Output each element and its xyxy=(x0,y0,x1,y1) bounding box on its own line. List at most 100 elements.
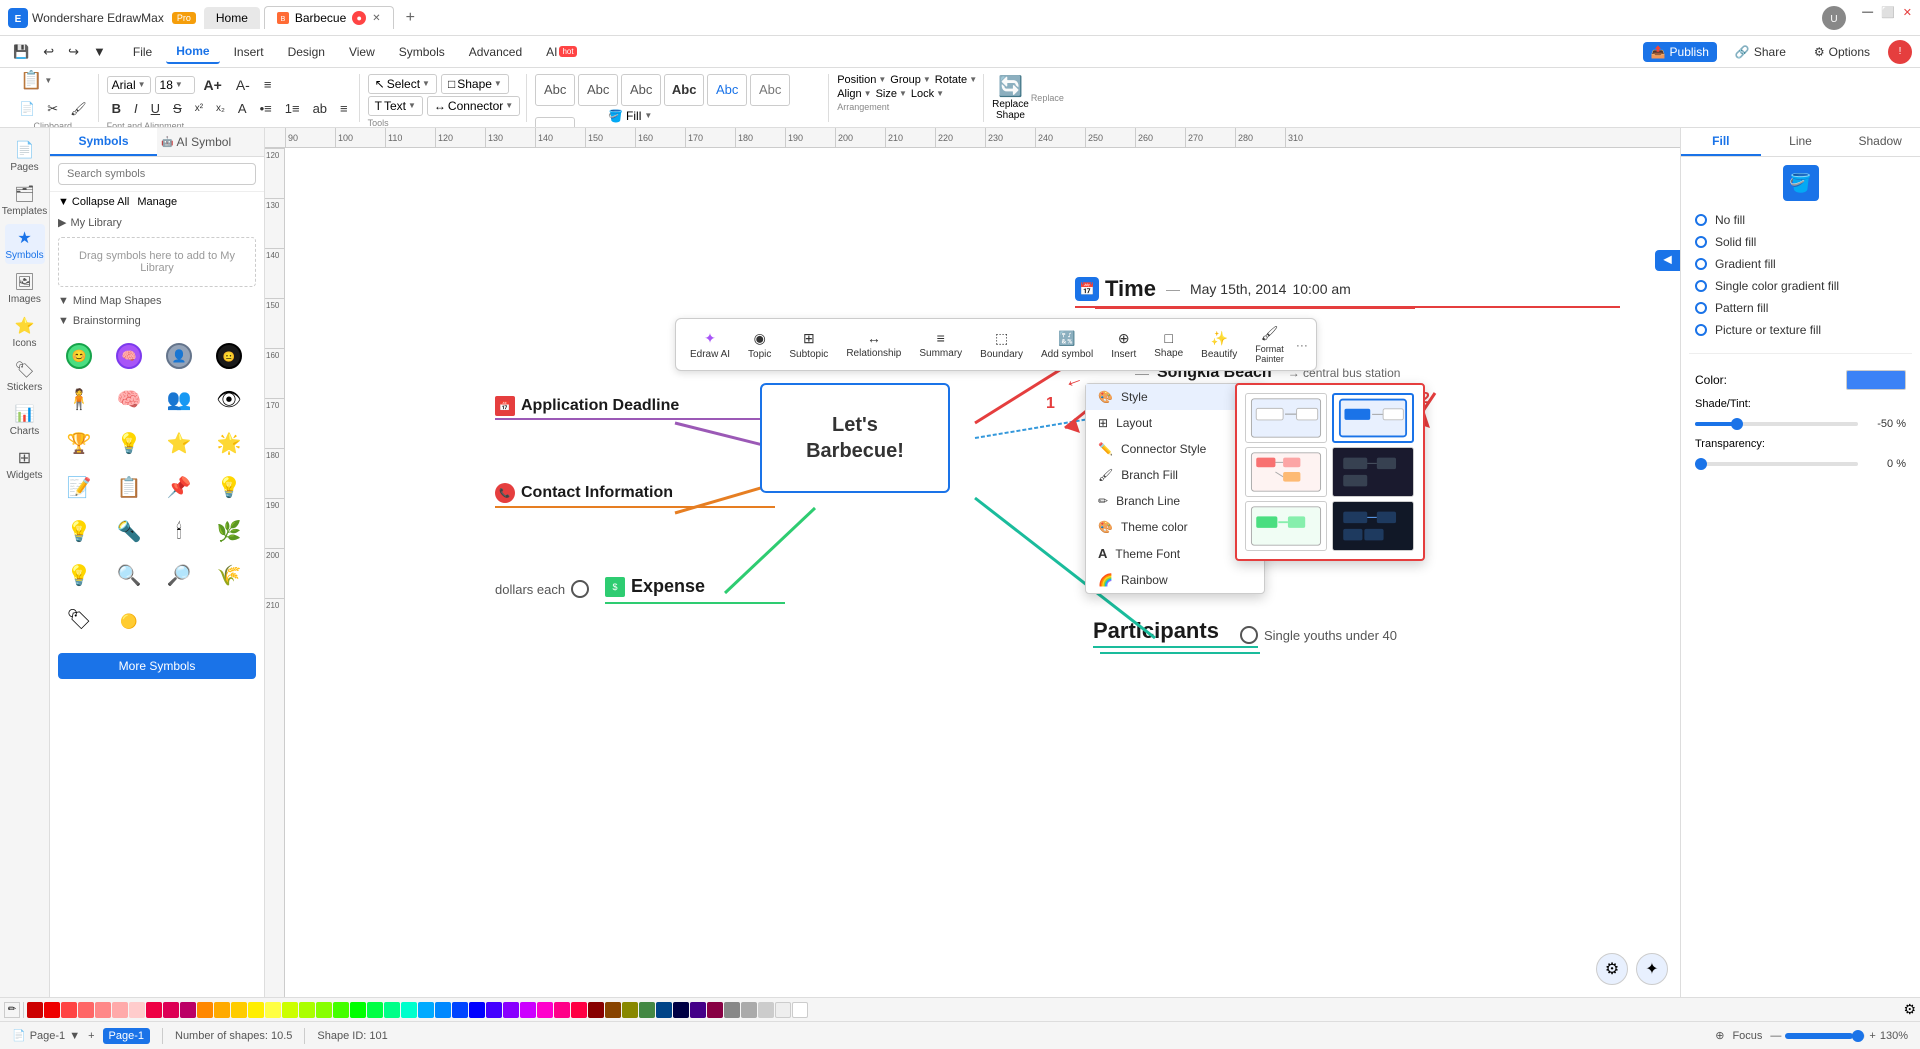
symbol-6[interactable]: 🧠 xyxy=(108,379,150,421)
participants-node[interactable]: Participants xyxy=(1093,618,1219,644)
nav-templates[interactable]: 🗂 Templates xyxy=(5,180,45,220)
symbol-19[interactable]: 🕯 xyxy=(158,511,200,553)
color-41[interactable] xyxy=(707,1002,723,1018)
color-swatch[interactable] xyxy=(1846,370,1906,390)
symbol-26[interactable]: 🟡 xyxy=(108,599,150,641)
paste-btn[interactable]: 📋 ▼ xyxy=(14,68,58,97)
position-btn[interactable]: Position ▼ xyxy=(837,74,886,86)
symbol-25[interactable]: 🏷 xyxy=(58,599,100,641)
deadline-node[interactable]: 📅 Application Deadline xyxy=(495,396,679,416)
style-thumb-6[interactable] xyxy=(1332,501,1414,551)
color-15[interactable] xyxy=(265,1002,281,1018)
ft-more-btn[interactable]: ··· xyxy=(1296,338,1308,352)
fill-single-gradient[interactable]: Single color gradient fill xyxy=(1689,275,1912,297)
ft-add-symbol[interactable]: 🔣 Add symbol xyxy=(1035,328,1099,362)
strikethrough-btn[interactable]: S xyxy=(168,98,187,119)
manage-btn[interactable]: Manage xyxy=(137,196,177,208)
ft-boundary[interactable]: ⬚ Boundary xyxy=(974,328,1029,362)
symbol-17[interactable]: 💡 xyxy=(58,511,100,553)
color-46[interactable] xyxy=(792,1002,808,1018)
increase-font-btn[interactable]: A+ xyxy=(199,74,227,96)
style-thumb-5[interactable] xyxy=(1245,501,1327,551)
color-4[interactable] xyxy=(78,1002,94,1018)
rotate-btn[interactable]: Rotate ▼ xyxy=(935,74,977,86)
collapse-right-btn[interactable]: ▶ xyxy=(1655,250,1680,271)
focus-btn[interactable]: Focus xyxy=(1732,1030,1762,1042)
color-43[interactable] xyxy=(741,1002,757,1018)
symbol-11[interactable]: ⭐ xyxy=(158,423,200,465)
ft-beautify[interactable]: ✨ Beautify xyxy=(1195,328,1243,362)
lock-btn[interactable]: Lock ▼ xyxy=(911,88,944,100)
style-thumb-2[interactable] xyxy=(1332,393,1414,443)
more-quick-btn[interactable]: ▼ xyxy=(88,41,111,62)
symbol-18[interactable]: 🔦 xyxy=(108,511,150,553)
superscript-btn[interactable]: x² xyxy=(190,100,208,117)
edit-colors-btn[interactable]: ✏ xyxy=(4,1002,20,1018)
symbol-10[interactable]: 💡 xyxy=(108,423,150,465)
zoom-slider[interactable] xyxy=(1785,1033,1865,1039)
color-32[interactable] xyxy=(554,1002,570,1018)
symbol-7[interactable]: 👥 xyxy=(158,379,200,421)
style-swatch-2[interactable]: Abc xyxy=(578,74,618,106)
color-34[interactable] xyxy=(588,1002,604,1018)
save-quick-btn[interactable]: 💾 xyxy=(8,41,34,63)
numbered-list-btn[interactable]: 1≡ xyxy=(280,98,305,119)
sidebar-tab-ai[interactable]: 🤖 AI Symbol xyxy=(157,128,264,156)
symbol-20[interactable]: 🌿 xyxy=(208,511,250,553)
color-16[interactable] xyxy=(282,1002,298,1018)
subscript-btn[interactable]: x₂ xyxy=(211,100,230,117)
cut-btn[interactable]: ✂ xyxy=(42,98,63,120)
color-23[interactable] xyxy=(401,1002,417,1018)
bold-btn[interactable]: B xyxy=(107,98,126,119)
share-btn[interactable]: 🔗 Share xyxy=(1725,41,1796,63)
color-5[interactable] xyxy=(95,1002,111,1018)
copy-btn[interactable]: 📄 xyxy=(14,98,40,120)
color-21[interactable] xyxy=(367,1002,383,1018)
paragraph-btn[interactable]: ≡ xyxy=(259,74,277,95)
color-36[interactable] xyxy=(622,1002,638,1018)
color-38[interactable] xyxy=(656,1002,672,1018)
nav-charts[interactable]: 📊 Charts xyxy=(5,400,45,440)
expand-canvas-btn[interactable]: ✦ xyxy=(1636,953,1668,985)
collapse-all-btn[interactable]: ▼ Collapse All xyxy=(58,196,129,208)
menu-advanced[interactable]: Advanced xyxy=(459,41,532,63)
color-14[interactable] xyxy=(248,1002,264,1018)
style-swatch-5[interactable]: Abc xyxy=(707,74,747,106)
zoom-in-btn[interactable]: + xyxy=(1869,1030,1875,1042)
text-btn[interactable]: T Text ▼ xyxy=(368,96,423,116)
color-19[interactable] xyxy=(333,1002,349,1018)
color-1[interactable] xyxy=(27,1002,43,1018)
close-btn[interactable]: ✕ xyxy=(1903,6,1912,30)
symbol-14[interactable]: 📋 xyxy=(108,467,150,509)
color-20[interactable] xyxy=(350,1002,366,1018)
color-25[interactable] xyxy=(435,1002,451,1018)
user-avatar[interactable]: U xyxy=(1822,6,1846,30)
color-39[interactable] xyxy=(673,1002,689,1018)
my-library-section[interactable]: ▶ My Library xyxy=(50,212,264,233)
right-tab-line[interactable]: Line xyxy=(1761,128,1841,156)
ft-shape[interactable]: □ Shape xyxy=(1148,328,1189,361)
page-indicator[interactable]: 📄 Page-1 ▼ xyxy=(12,1029,80,1042)
active-page-btn[interactable]: Page-1 xyxy=(103,1028,150,1044)
mindmap-center-node[interactable]: Let'sBarbecue! xyxy=(760,383,950,493)
nav-stickers[interactable]: 🏷 Stickers xyxy=(5,356,45,396)
tab-barbecue[interactable]: B Barbecue ● ✕ xyxy=(264,6,394,29)
zoom-out-btn[interactable]: — xyxy=(1770,1030,1781,1042)
canvas[interactable]: 90 100 110 120 130 140 150 160 170 180 1… xyxy=(265,128,1680,997)
symbol-12[interactable]: 🌟 xyxy=(208,423,250,465)
style-swatch-3[interactable]: Abc xyxy=(621,74,661,106)
color-10[interactable] xyxy=(180,1002,196,1018)
menu-view[interactable]: View xyxy=(339,41,385,63)
color-31[interactable] xyxy=(537,1002,553,1018)
menu-rainbow[interactable]: 🌈 Rainbow xyxy=(1086,567,1264,593)
fill-no-fill[interactable]: No fill xyxy=(1689,209,1912,231)
color-17[interactable] xyxy=(299,1002,315,1018)
fill-pattern[interactable]: Pattern fill xyxy=(1689,297,1912,319)
fit-icon[interactable]: ⊕ xyxy=(1715,1029,1724,1042)
color-35[interactable] xyxy=(605,1002,621,1018)
symbol-1[interactable]: 😊 xyxy=(58,335,100,377)
symbol-22[interactable]: 🔍 xyxy=(108,555,150,597)
style-swatch-7[interactable]: Abc xyxy=(535,117,575,129)
color-13[interactable] xyxy=(231,1002,247,1018)
symbol-24[interactable]: 🌾 xyxy=(208,555,250,597)
